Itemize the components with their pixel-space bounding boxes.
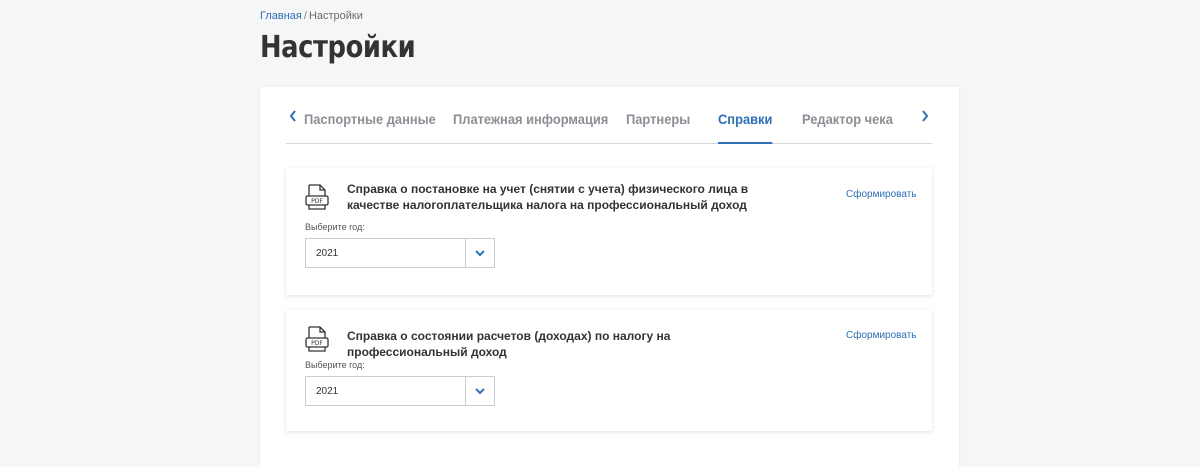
page-title: Настройки (260, 30, 416, 65)
certificate-title: Справка о состоянии расчетов (доходах) п… (347, 329, 671, 359)
generate-link[interactable]: Сформировать (846, 330, 917, 341)
certificate-title: Справка о постановке на учет (снятии с у… (347, 182, 749, 212)
year-label: Выберите год: (305, 360, 365, 370)
svg-text:PDF: PDF (311, 340, 323, 347)
certificate-card: PDF Справка о состоянии расчетов (дохода… (286, 310, 932, 431)
pdf-icon: PDF (305, 184, 329, 210)
breadcrumb: Главная / Настройки (260, 10, 363, 22)
year-label: Выберите год: (305, 222, 365, 232)
chevron-down-icon[interactable] (465, 239, 494, 267)
tab-partners[interactable]: Партнеры (626, 111, 690, 127)
tab-certificates[interactable]: Справки (718, 111, 773, 144)
tab-passport[interactable]: Паспортные данные (304, 111, 436, 127)
tab-payment-info[interactable]: Платежная информация (453, 111, 608, 127)
year-select[interactable]: 2021 (305, 238, 495, 268)
year-select-value: 2021 (316, 386, 339, 397)
breadcrumb-separator: / (303, 10, 307, 22)
pdf-icon: PDF (305, 326, 329, 352)
certificate-card: PDF Справка о постановке на учет (снятии… (286, 168, 932, 295)
breadcrumb-current: Настройки (308, 10, 363, 22)
tab-receipt-editor[interactable]: Редактор чека (802, 111, 893, 127)
svg-text:PDF: PDF (311, 198, 323, 205)
breadcrumb-home-link[interactable]: Главная (260, 10, 302, 22)
chevron-down-icon[interactable] (465, 377, 494, 405)
chevron-right-icon[interactable] (918, 107, 932, 125)
chevron-left-icon[interactable] (286, 107, 300, 125)
tab-bar: Паспортные данные Платежная информация П… (286, 87, 932, 144)
generate-link[interactable]: Сформировать (846, 189, 917, 200)
year-select-value: 2021 (316, 248, 339, 259)
year-select[interactable]: 2021 (305, 376, 495, 406)
settings-panel: Паспортные данные Платежная информация П… (260, 87, 959, 467)
